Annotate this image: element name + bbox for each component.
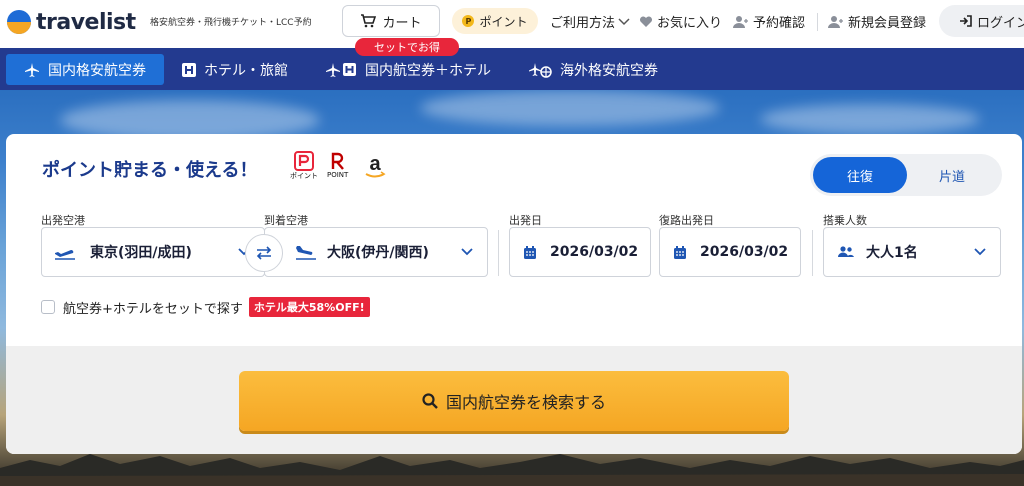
- promo-title: ポイント貯まる・使える！: [42, 160, 258, 181]
- paypay-logo: ポイント: [290, 151, 318, 181]
- arrival-airport-label: 到着空港: [264, 214, 308, 227]
- booking-label: 予約確認: [753, 16, 806, 31]
- tab-international-flights[interactable]: 海外格安航空券: [528, 54, 658, 85]
- flight-hotel-combo-option[interactable]: 航空券+ホテルをセットで探す ホテル最大58%OFF!: [41, 297, 370, 317]
- tagline: 格安航空券・飛行機チケット・LCC予約: [150, 18, 312, 28]
- cart-icon: [361, 14, 377, 28]
- point-label: ポイント: [479, 14, 528, 29]
- rakuten-logo: POINT: [327, 151, 348, 179]
- field-divider: [812, 230, 813, 276]
- return-date-field[interactable]: 2026/03/02: [659, 227, 801, 277]
- passengers-value: 大人1名: [866, 245, 918, 261]
- airplane-icon: [25, 62, 39, 77]
- search-panel: ポイント貯まる・使える！ ポイント POINT a 往復 片道 出発空港 到着空…: [6, 134, 1022, 454]
- search-icon: [422, 393, 438, 409]
- tab-domestic-flights[interactable]: 国内格安航空券: [6, 54, 164, 85]
- logo-text: travelist: [36, 9, 136, 35]
- arrival-airport-select[interactable]: 大阪(伊丹/関西): [264, 227, 488, 277]
- plane-globe-icon: [529, 62, 552, 78]
- swap-airports-button[interactable]: [245, 234, 283, 272]
- passengers-select[interactable]: 大人1名: [823, 227, 1001, 277]
- tab-label: ホテル・旅館: [204, 62, 288, 79]
- logo-mark-icon: [7, 10, 31, 34]
- search-flights-button[interactable]: 国内航空券を検索する: [239, 371, 789, 431]
- cart-label: カート: [382, 15, 422, 31]
- favorites-link[interactable]: お気に入り: [639, 12, 722, 31]
- point-coin-icon: P: [462, 15, 475, 27]
- amazon-a-icon: a: [365, 153, 386, 178]
- passengers-label: 搭乗人数: [823, 214, 867, 227]
- depart-date-label: 出発日: [509, 214, 542, 227]
- landing-icon: [296, 246, 316, 260]
- chevron-down-icon: [974, 248, 986, 256]
- login-icon: [960, 15, 972, 27]
- tab-label: 国内航空券＋ホテル: [365, 62, 491, 79]
- users-icon: [838, 246, 854, 257]
- hotel-discount-badge: ホテル最大58%OFF!: [248, 297, 370, 317]
- field-divider: [498, 230, 499, 276]
- amazon-logo: a: [364, 152, 386, 180]
- trip-oneway-option[interactable]: 片道: [905, 157, 999, 193]
- tab-label: 国内格安航空券: [48, 62, 146, 79]
- cart-button[interactable]: カート: [342, 5, 440, 37]
- paypay-caption: ポイント: [290, 172, 318, 180]
- chevron-down-icon: [461, 248, 473, 256]
- chevron-down-icon: [618, 17, 630, 25]
- swap-arrows-icon: [256, 246, 272, 260]
- paypay-icon: [294, 151, 314, 171]
- point-button[interactable]: P ポイント: [452, 8, 538, 34]
- tab-label: 海外格安航空券: [560, 62, 658, 79]
- login-button[interactable]: ログイン: [939, 5, 1024, 37]
- tab-hotels[interactable]: ホテル・旅館: [182, 54, 288, 85]
- return-date-value: 2026/03/02: [700, 244, 789, 260]
- combo-label: 航空券+ホテルをセットで探す: [63, 301, 243, 317]
- rakuten-r-icon: [331, 152, 344, 170]
- product-tabs: 国内格安航空券 ホテル・旅館 国内航空券＋ホテル 海外格安航空券: [0, 48, 1024, 90]
- depart-date-value: 2026/03/02: [550, 244, 639, 260]
- search-button-label: 国内航空券を検索する: [445, 393, 606, 412]
- tab-flight-hotel[interactable]: 国内航空券＋ホテル: [325, 54, 491, 85]
- user-plus-icon: [828, 16, 843, 28]
- usage-label: ご利用方法: [550, 16, 616, 31]
- favorites-label: お気に入り: [657, 16, 723, 31]
- departure-airport-value: 東京(羽田/成田): [90, 245, 192, 261]
- set-discount-badge: セットでお得: [355, 38, 459, 56]
- trip-roundtrip-option[interactable]: 往復: [813, 157, 907, 193]
- return-date-label: 復路出発日: [659, 214, 714, 227]
- booking-check-link[interactable]: 予約確認: [733, 12, 805, 31]
- takeoff-icon: [55, 249, 75, 260]
- login-label: ログイン: [977, 15, 1024, 31]
- site-header: travelist 格安航空券・飛行機チケット・LCC予約 カート セットでお得…: [0, 0, 1024, 56]
- heart-icon: [639, 15, 653, 27]
- logo[interactable]: travelist: [6, 9, 136, 35]
- svg-text:a: a: [369, 153, 381, 175]
- trip-type-toggle: 往復 片道: [810, 154, 1002, 196]
- departure-airport-select[interactable]: 東京(羽田/成田): [41, 227, 265, 277]
- departure-airport-label: 出発空港: [41, 214, 85, 227]
- arrival-airport-value: 大阪(伊丹/関西): [327, 245, 429, 261]
- plane-hotel-icon: [326, 62, 356, 77]
- calendar-icon: [674, 245, 686, 259]
- register-label: 新規会員登録: [848, 16, 927, 31]
- user-check-icon: [733, 16, 748, 28]
- usage-menu[interactable]: ご利用方法: [550, 12, 634, 31]
- hotel-icon: [182, 62, 196, 77]
- calendar-icon: [524, 245, 536, 259]
- depart-date-field[interactable]: 2026/03/02: [509, 227, 651, 277]
- header-divider: [817, 13, 818, 31]
- rakuten-caption: POINT: [327, 171, 349, 179]
- register-link[interactable]: 新規会員登録: [828, 12, 926, 31]
- combo-checkbox[interactable]: [41, 300, 55, 314]
